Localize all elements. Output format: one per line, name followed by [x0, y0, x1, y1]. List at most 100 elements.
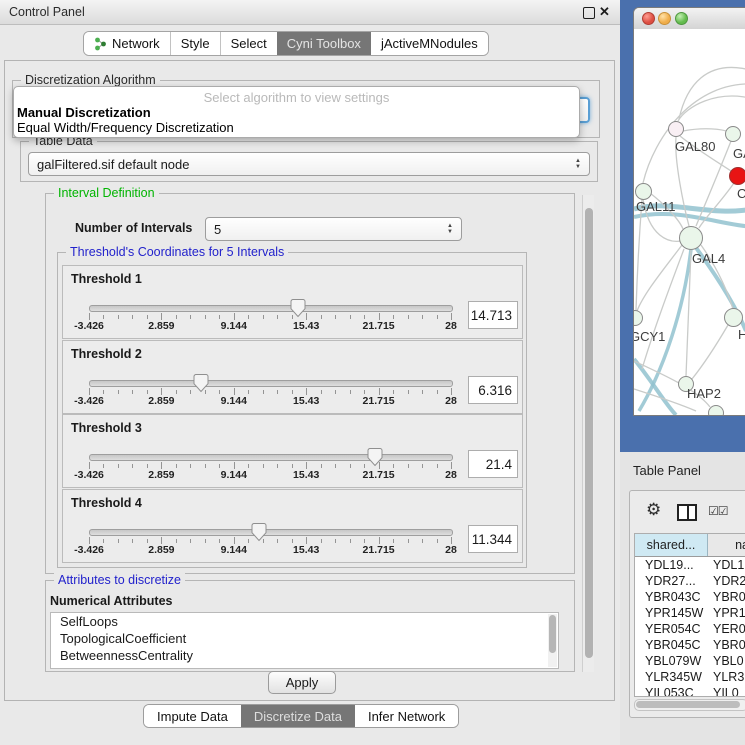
table-row[interactable]: YDL19...YDL1: [635, 557, 745, 573]
node-gal4[interactable]: [679, 226, 703, 250]
algorithm-dropdown: Select algorithm to view settings Manual…: [13, 86, 580, 138]
combo-arrows-icon: ▲▼: [443, 223, 457, 235]
threshold-3-panel: Threshold 3 -3.4262.8599.14415.4321.7152…: [62, 414, 523, 488]
threshold-3-slider[interactable]: -3.4262.8599.14415.4321.71528: [89, 446, 451, 484]
threshold-2-slider[interactable]: -3.4262.8599.14415.4321.71528: [89, 372, 451, 410]
close-traffic-light[interactable]: [642, 12, 655, 25]
threshold-4-slider[interactable]: -3.4262.8599.14415.4321.71528: [89, 521, 451, 559]
main-scrollbar[interactable]: [582, 195, 594, 672]
num-intervals-value: 5: [206, 222, 443, 237]
tab-style[interactable]: Style: [170, 32, 220, 55]
node-table[interactable]: shared... na YDL19...YDL1 YDR27...YDR2 Y…: [634, 533, 745, 697]
node-label: C: [737, 186, 745, 201]
threshold-label: Threshold 2: [71, 347, 142, 361]
threshold-label: Threshold 1: [71, 272, 142, 286]
algorithm-group-title: Discretization Algorithm: [21, 73, 160, 87]
table-row[interactable]: YBL079WYBL0: [635, 653, 745, 669]
network-window-titlebar[interactable]: [634, 8, 745, 30]
table-row[interactable]: YER054CYER0: [635, 621, 745, 637]
list-scrollbar-thumb[interactable]: [549, 615, 556, 653]
dropdown-hint: Select algorithm to view settings: [14, 90, 579, 105]
tab-impute-data[interactable]: Impute Data: [144, 705, 241, 727]
threshold-2-value-field[interactable]: 6.316: [468, 376, 518, 404]
node-label: GAL11: [636, 199, 676, 214]
threshold-1-slider[interactable]: -3.4262.8599.14415.4321.71528: [89, 297, 451, 335]
threshold-label: Threshold 3: [71, 421, 142, 435]
tab-label: jActiveMNodules: [381, 36, 478, 51]
node-h[interactable]: [724, 308, 743, 327]
list-scrollbar[interactable]: [548, 614, 557, 667]
node-gal11[interactable]: [635, 183, 652, 200]
tab-network[interactable]: Network: [84, 32, 170, 55]
threshold-label: Threshold 4: [71, 496, 142, 510]
table-panel: Table Panel ⚙ ☑☑ shared... na YDL19...YD…: [620, 452, 745, 745]
list-item[interactable]: SelfLoops: [51, 613, 558, 630]
column-header-name[interactable]: na: [708, 534, 745, 556]
network-canvas[interactable]: GAL80 GA C GAL11 GAL4 GCY1 H HAP2: [634, 29, 745, 415]
tab-infer-network[interactable]: Infer Network: [355, 705, 458, 727]
threshold-coords-title: Threshold's Coordinates for 5 Intervals: [66, 245, 288, 259]
select-checkboxes-icon[interactable]: ☑☑: [708, 504, 728, 518]
slider-ticks: [89, 388, 451, 396]
node-label: GCY1: [634, 329, 665, 344]
minimize-traffic-light[interactable]: [658, 12, 671, 25]
list-item[interactable]: BetweennessCentrality: [51, 647, 558, 664]
attributes-title: Attributes to discretize: [54, 573, 185, 587]
tab-label: Discretize Data: [254, 709, 342, 724]
network-icon: [94, 37, 107, 51]
main-scrollbar-thumb[interactable]: [585, 208, 593, 658]
dropdown-item-equal-width[interactable]: Equal Width/Frequency Discretization: [17, 120, 234, 135]
tab-label: Impute Data: [157, 709, 228, 724]
node-label: H: [738, 327, 745, 342]
float-icon[interactable]: [583, 7, 595, 19]
table-row[interactable]: YBR045CYBR0: [635, 637, 745, 653]
numerical-attributes-list[interactable]: SelfLoops TopologicalCoefficient Between…: [50, 612, 559, 669]
slider-ticks: [89, 462, 451, 470]
threshold-3-value-field[interactable]: 21.4: [468, 450, 518, 478]
threshold-1-panel: Threshold 1 -3.4262.8599.14415.4321.7152…: [62, 265, 523, 339]
table-row[interactable]: YDR27...YDR2: [635, 573, 745, 589]
table-row[interactable]: YIL053CYIL0: [635, 685, 745, 697]
control-panel-titlebar: Control Panel ✕: [0, 0, 620, 25]
node-gal80[interactable]: [668, 121, 684, 137]
node-label: GAL4: [692, 251, 725, 266]
tab-label: Style: [181, 36, 210, 51]
table-row[interactable]: YBR043CYBR0: [635, 589, 745, 605]
table-header: shared... na: [635, 534, 745, 557]
slider-track[interactable]: [89, 454, 453, 461]
tab-cyni-toolbox[interactable]: Cyni Toolbox: [277, 32, 371, 55]
table-hscrollbar-thumb[interactable]: [636, 701, 740, 708]
slider-track[interactable]: [89, 305, 453, 312]
threshold-4-value-field[interactable]: 11.344: [468, 525, 518, 553]
apply-button[interactable]: Apply: [268, 671, 336, 694]
slider-track[interactable]: [89, 529, 453, 536]
node-ga[interactable]: [725, 126, 741, 142]
columns-icon[interactable]: [677, 504, 697, 521]
node-selected-red[interactable]: [729, 167, 745, 185]
table-row[interactable]: YLR345WYLR3: [635, 669, 745, 685]
slider-track[interactable]: [89, 380, 453, 387]
column-header-shared[interactable]: shared...: [635, 534, 708, 556]
list-item[interactable]: TopologicalCoefficient: [51, 630, 558, 647]
table-data-combo[interactable]: galFiltered.sif default node ▲▼: [28, 152, 590, 176]
threshold-4-panel: Threshold 4 -3.4262.8599.14415.4321.7152…: [62, 489, 523, 563]
table-panel-title: Table Panel: [633, 463, 701, 478]
table-row[interactable]: YPR145WYPR1: [635, 605, 745, 621]
table-panel-body: ⚙ ☑☑ shared... na YDL19...YDL1 YDR27...Y…: [629, 490, 745, 718]
threshold-1-value-field[interactable]: 14.713: [468, 301, 518, 329]
combo-arrows-icon: ▲▼: [571, 158, 585, 170]
numerical-attributes-label: Numerical Attributes: [50, 594, 172, 608]
gear-icon[interactable]: ⚙: [646, 501, 661, 518]
close-icon[interactable]: ✕: [599, 4, 610, 20]
node-partial[interactable]: [708, 405, 724, 415]
slider-ticks: [89, 313, 451, 321]
num-intervals-combo[interactable]: 5 ▲▼: [205, 217, 462, 241]
tab-discretize-data[interactable]: Discretize Data: [241, 705, 355, 727]
table-data-value: galFiltered.sif default node: [29, 157, 571, 172]
tab-jactivemnodules[interactable]: jActiveMNodules: [371, 32, 488, 55]
network-window: GAL80 GA C GAL11 GAL4 GCY1 H HAP2: [633, 7, 745, 416]
tab-select[interactable]: Select: [220, 32, 277, 55]
table-hscrollbar[interactable]: [634, 699, 745, 711]
zoom-traffic-light[interactable]: [675, 12, 688, 25]
dropdown-item-manual[interactable]: Manual Discretization: [17, 105, 151, 120]
